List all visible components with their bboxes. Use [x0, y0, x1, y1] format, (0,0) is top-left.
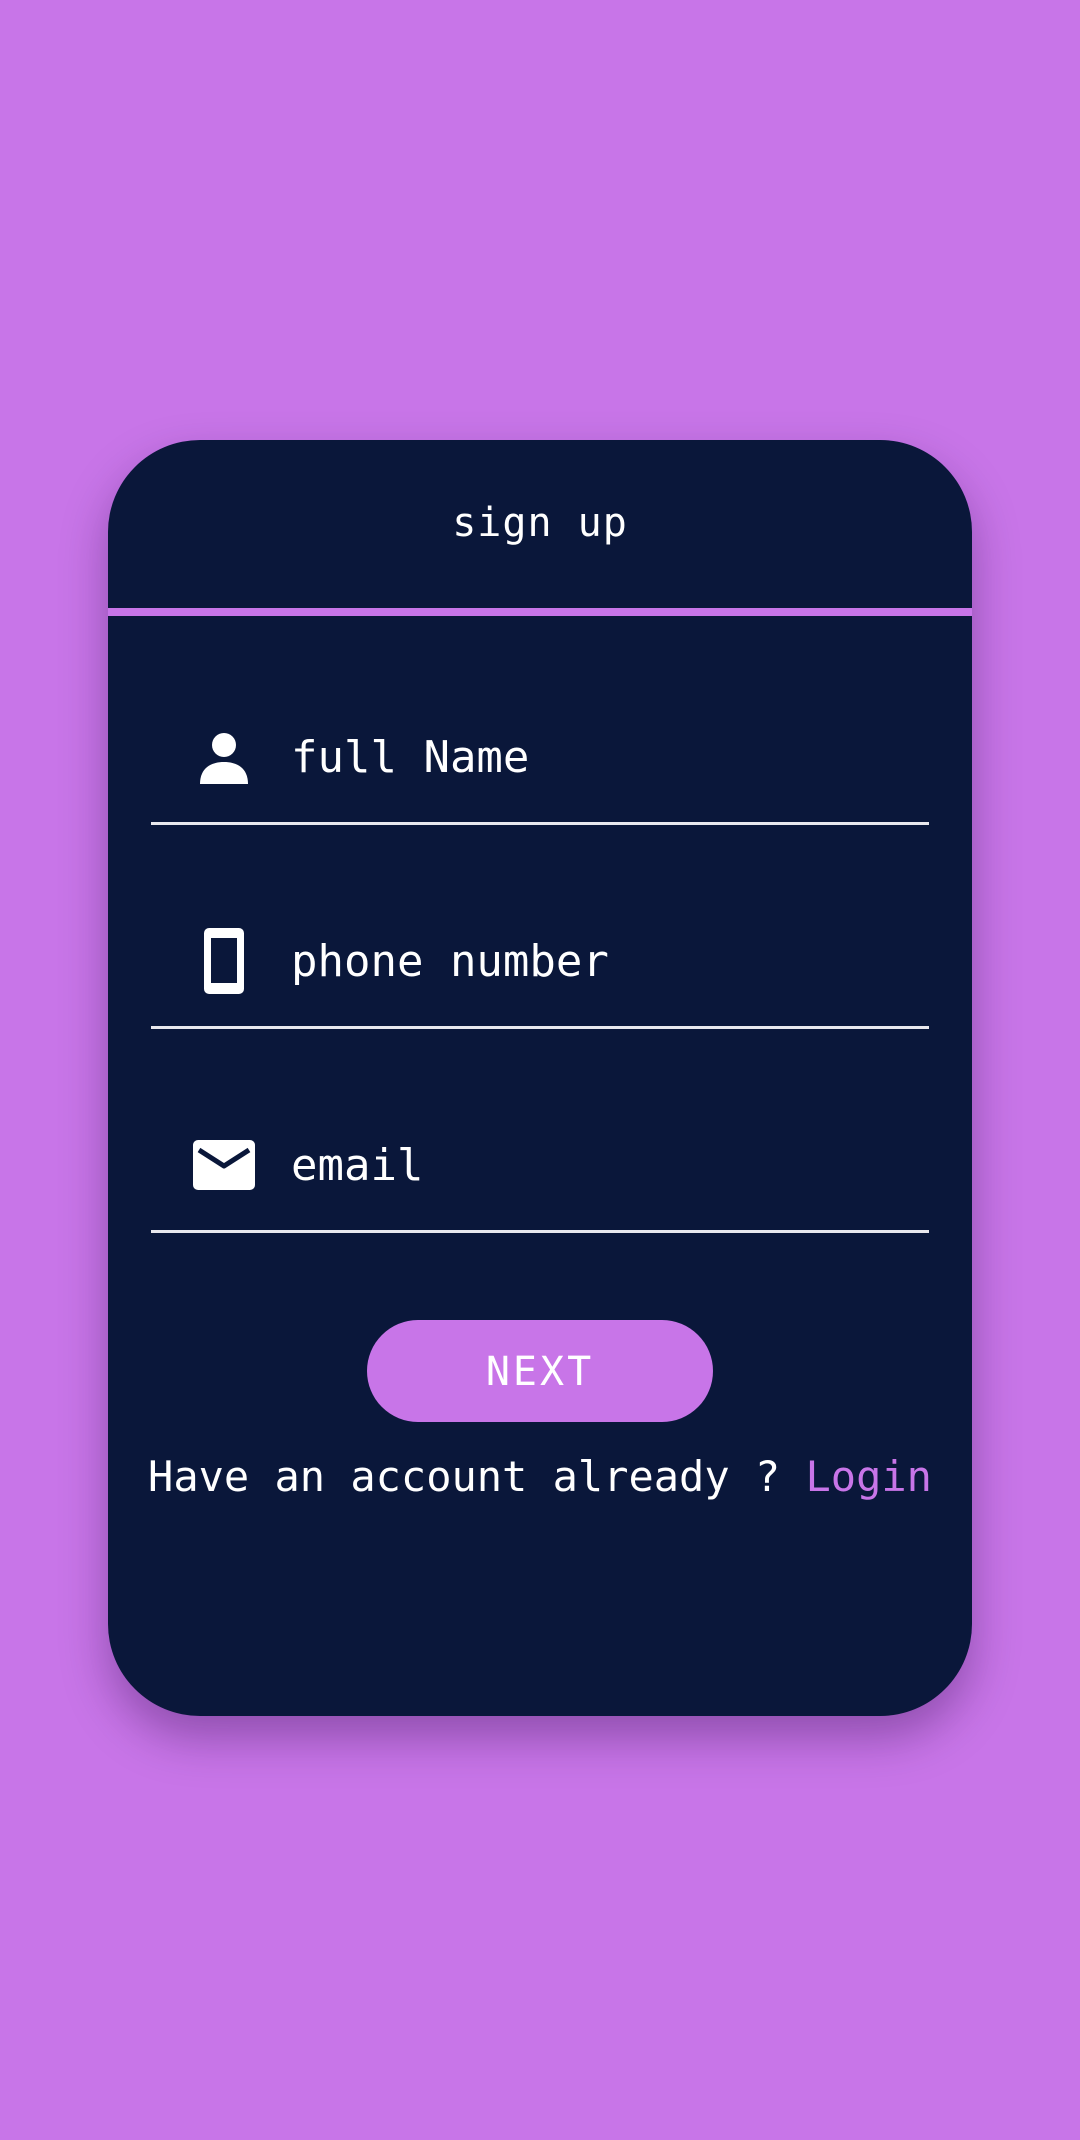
- full-name-placeholder: full Name: [291, 732, 530, 783]
- next-button[interactable]: NEXT: [367, 1320, 713, 1422]
- header-divider: [108, 608, 972, 616]
- signup-card: sign up full Name phone number email NEX…: [108, 440, 972, 1716]
- page-title: sign up: [452, 500, 628, 546]
- email-field[interactable]: email: [151, 1110, 929, 1233]
- email-placeholder: email: [291, 1140, 424, 1191]
- phone-icon: [191, 926, 257, 996]
- phone-number-field[interactable]: phone number: [151, 906, 929, 1029]
- mail-icon: [191, 1130, 257, 1200]
- full-name-field[interactable]: full Name: [151, 702, 929, 825]
- person-icon: [191, 722, 257, 792]
- login-link[interactable]: Login: [806, 1452, 932, 1501]
- login-prompt: Have an account already ? Login: [108, 1452, 972, 1501]
- login-prompt-text: Have an account already ?: [148, 1452, 806, 1501]
- phone-number-placeholder: phone number: [291, 936, 609, 987]
